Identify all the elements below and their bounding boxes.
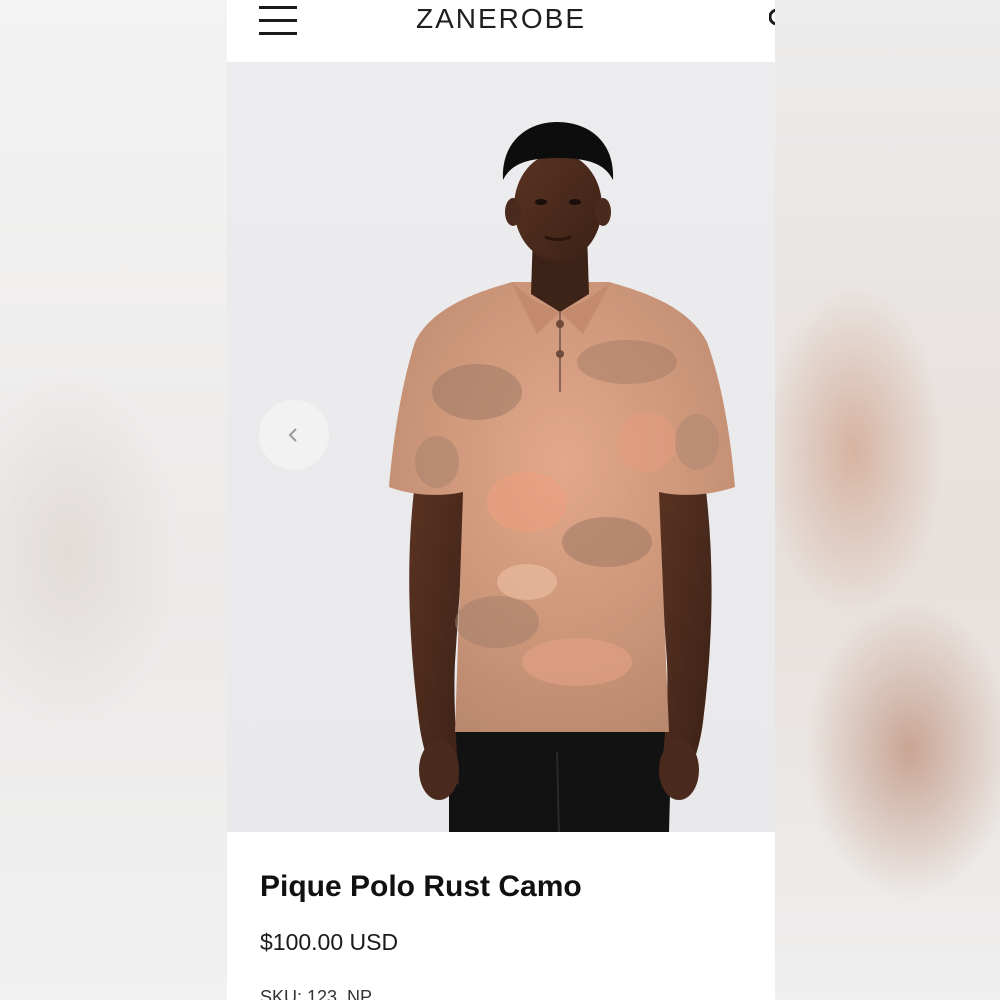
site-header: ZANEROBE [227,0,775,62]
product-info: Pique Polo Rust Camo $100.00 USD SKU: 12… [227,832,775,1000]
chevron-left-icon [288,428,297,442]
search-icon[interactable] [768,6,775,30]
product-price: $100.00 USD [260,929,399,955]
product-page: ZANEROBE Pique Polo Rust Camo $100.00 US… [227,0,775,1000]
previous-image-button[interactable] [259,400,329,470]
brand-logo[interactable]: ZANEROBE [227,2,775,36]
blurred-backdrop-left [0,0,228,1000]
product-sku: SKU: 123_NP [260,987,373,1000]
product-title: Pique Polo Rust Camo [260,870,582,903]
product-image[interactable] [227,62,775,832]
blurred-backdrop-right [775,0,1000,1000]
